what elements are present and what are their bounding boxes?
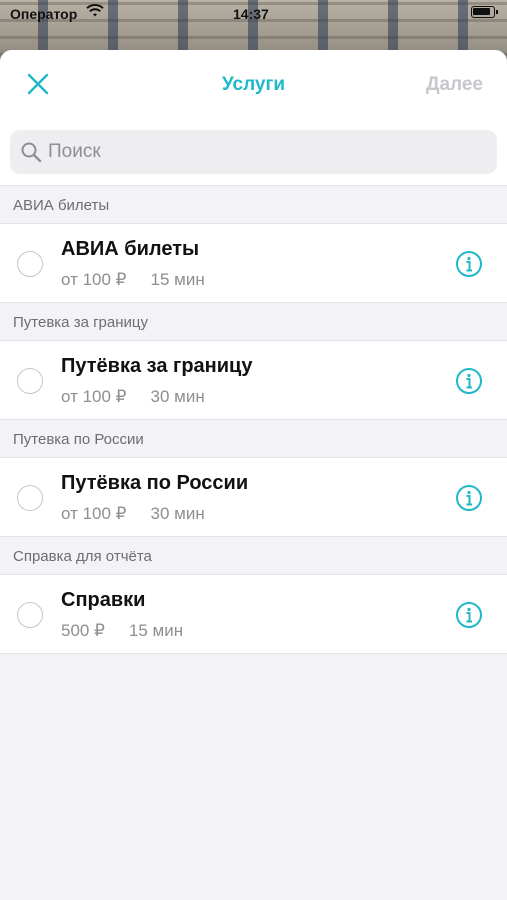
service-duration: 15 мин [150,270,205,289]
info-icon [456,485,482,511]
wifi-icon [86,3,104,22]
navigation-bar: Услуги Далее [0,50,507,118]
info-button[interactable] [455,250,483,278]
info-button[interactable] [455,367,483,395]
info-button[interactable] [455,601,483,629]
service-row-certificates[interactable]: Справки 500 ₽ 15 мин [0,575,507,654]
battery-icon [471,6,498,18]
section-header-report: Справка для отчёта [0,537,507,575]
service-meta: от 100 ₽ 30 мин [61,504,205,524]
service-meta: от 100 ₽ 15 мин [61,270,205,290]
info-icon [456,368,482,394]
service-meta: от 100 ₽ 30 мин [61,387,205,407]
service-meta: 500 ₽ 15 мин [61,621,183,641]
service-title: Справки [61,589,146,611]
radio-button[interactable] [17,602,43,628]
section-header-avia: АВИА билеты [0,186,507,224]
service-duration: 15 мин [128,621,184,640]
service-row-abroad[interactable]: Путёвка за границу от 100 ₽ 30 мин [0,341,507,420]
info-button[interactable] [455,484,483,512]
section-header-russia: Путевка по России [0,420,507,458]
service-price: от 100 ₽ [61,504,127,523]
search-icon [21,142,42,163]
services-sheet: Услуги Далее АВИА билеты АВИА билеты от … [0,50,507,900]
service-duration: 30 мин [150,387,205,406]
radio-button[interactable] [17,251,43,277]
search-bar [0,118,507,186]
service-row-russia[interactable]: Путёвка по России от 100 ₽ 30 мин [0,458,507,537]
service-price: от 100 ₽ [61,387,127,406]
service-title: Путёвка за границу [61,355,253,377]
service-price: от 100 ₽ [61,270,127,289]
carrier-label: Оператор [10,6,78,22]
service-price: 500 ₽ [61,621,105,640]
section-header-abroad: Путевка за границу [0,303,507,341]
next-button[interactable]: Далее [426,74,483,96]
radio-button[interactable] [17,368,43,394]
search-input[interactable] [48,130,488,174]
service-row-avia[interactable]: АВИА билеты от 100 ₽ 15 мин [0,224,507,303]
service-title: Путёвка по России [61,472,249,494]
clock-time: 14:37 [233,6,269,22]
info-icon [456,251,482,277]
search-field[interactable] [10,130,497,174]
status-bar: Оператор 14:37 [0,0,507,28]
service-duration: 30 мин [150,504,205,523]
service-title: АВИА билеты [61,238,200,260]
radio-button[interactable] [17,485,43,511]
info-icon [456,602,482,628]
